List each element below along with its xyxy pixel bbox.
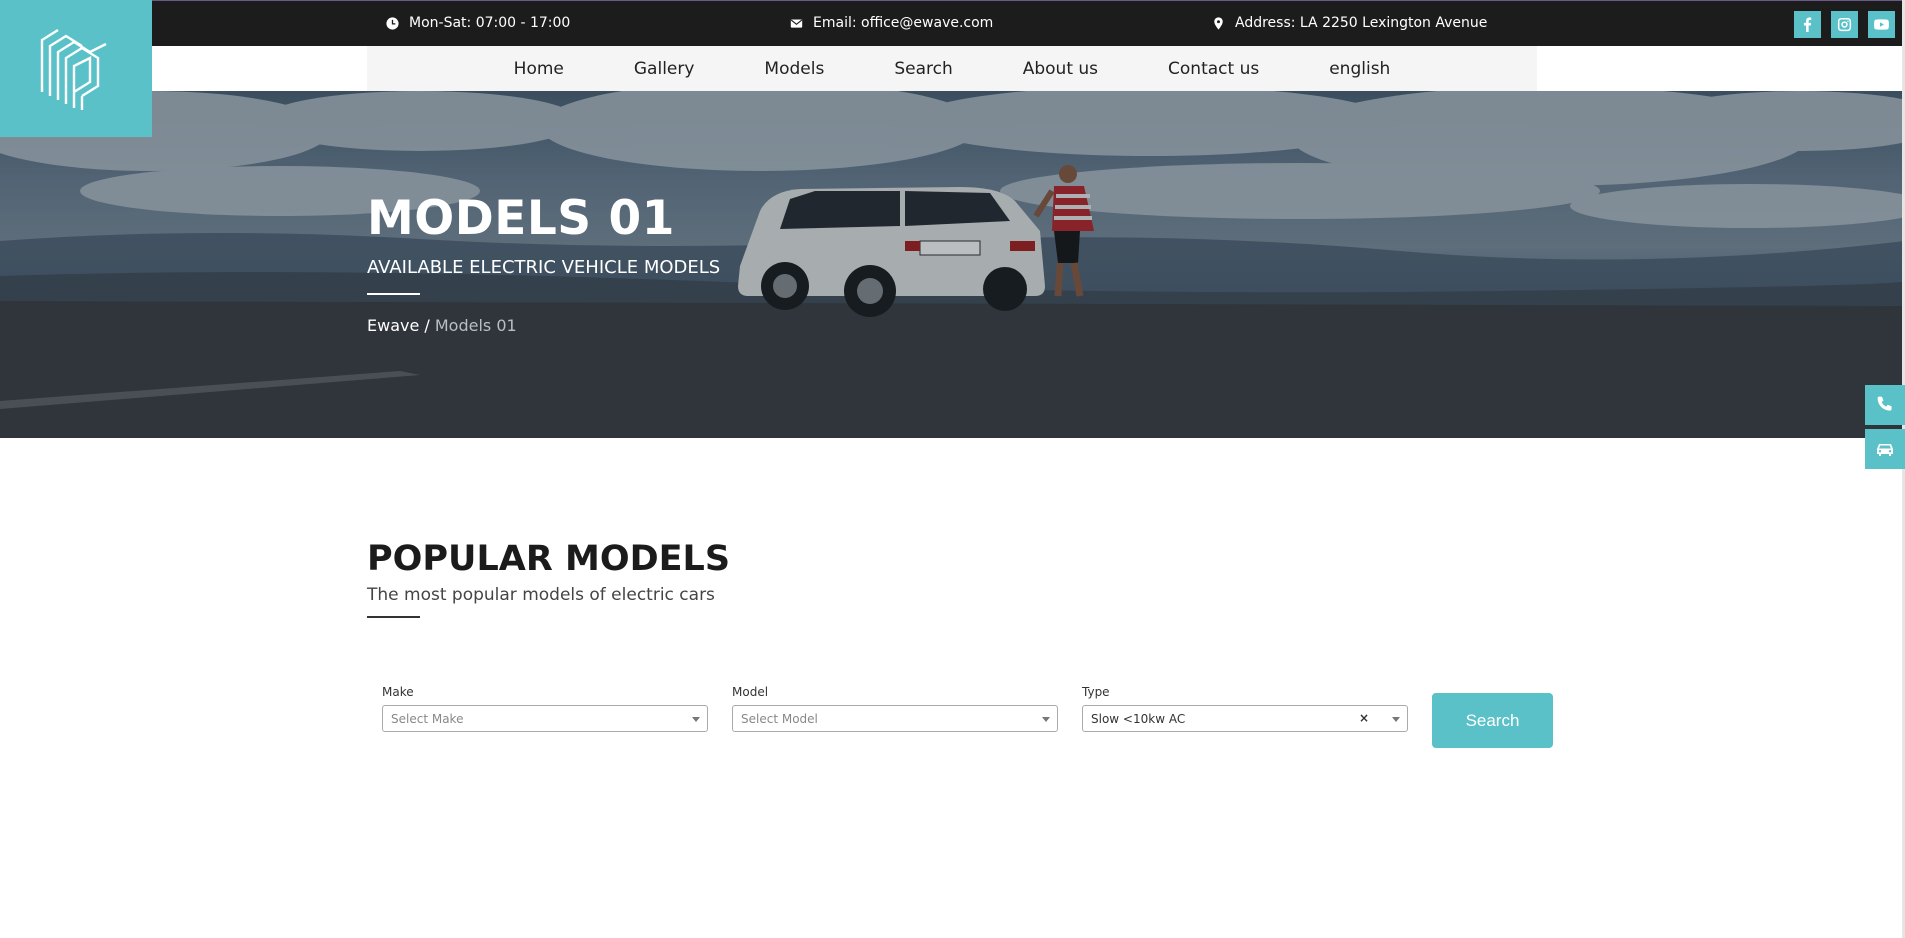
main-nav: Home Gallery Models Search About us Cont… [367, 46, 1537, 91]
nav-item-home[interactable]: Home [479, 59, 599, 79]
nav-item-about[interactable]: About us [988, 59, 1133, 79]
youtube-button[interactable] [1868, 11, 1895, 38]
clock-icon [386, 16, 399, 30]
type-label: Type [1082, 685, 1110, 699]
nav-item-search[interactable]: Search [859, 59, 987, 79]
type-select[interactable]: Slow <10kw AC × [1082, 705, 1408, 732]
nav-item-contact[interactable]: Contact us [1133, 59, 1294, 79]
map-pin-icon [1214, 16, 1223, 30]
title-divider [367, 293, 420, 295]
nav-item-language[interactable]: english [1294, 59, 1425, 79]
site-logo[interactable] [0, 0, 152, 137]
section-divider [367, 616, 420, 618]
model-field: Model Select Model [732, 685, 1058, 732]
make-field: Make Select Make [382, 685, 708, 732]
nav-item-gallery[interactable]: Gallery [599, 59, 730, 79]
call-float-button[interactable] [1865, 385, 1905, 425]
page: Mon-Sat: 07:00 - 17:00 Email: office@ewa… [0, 0, 1905, 938]
type-field: Type Slow <10kw AC × [1082, 685, 1408, 732]
clear-selection-icon[interactable]: × [1359, 711, 1369, 725]
model-select-placeholder: Select Model [741, 712, 818, 726]
section-title: POPULAR MODELS [367, 539, 731, 579]
facebook-button[interactable] [1794, 11, 1821, 38]
model-select[interactable]: Select Model [732, 705, 1058, 732]
envelope-icon [790, 18, 803, 28]
make-select[interactable]: Select Make [382, 705, 708, 732]
search-button[interactable]: Search [1432, 693, 1553, 748]
breadcrumb-home-link[interactable]: Ewave [367, 316, 419, 335]
nav-item-models[interactable]: Models [729, 59, 859, 79]
instagram-button[interactable] [1831, 11, 1858, 38]
hero-overlay [0, 91, 1905, 438]
phone-icon [1877, 396, 1892, 411]
breadcrumb-separator: / [419, 316, 435, 335]
email-text[interactable]: Email: office@ewave.com [813, 15, 993, 31]
logo-icon [40, 28, 107, 110]
page-title: MODELS 01 [367, 191, 675, 246]
make-select-placeholder: Select Make [391, 712, 464, 726]
model-label: Model [732, 685, 769, 699]
page-subtitle: AVAILABLE ELECTRIC VEHICLE MODELS [367, 257, 721, 278]
hours-text: Mon-Sat: 07:00 - 17:00 [409, 15, 571, 31]
car-icon [1877, 444, 1893, 456]
type-select-value: Slow <10kw AC [1091, 712, 1186, 726]
youtube-icon [1874, 19, 1889, 30]
top-bar: Mon-Sat: 07:00 - 17:00 Email: office@ewa… [0, 0, 1905, 46]
breadcrumb-current: Models 01 [434, 316, 517, 335]
email-info[interactable]: Email: office@ewave.com [790, 15, 993, 31]
chevron-down-icon [692, 717, 700, 722]
make-label: Make [382, 685, 414, 699]
address-text: Address: LA 2250 Lexington Avenue [1235, 15, 1488, 31]
section-subtitle: The most popular models of electric cars [367, 585, 715, 605]
hours-info: Mon-Sat: 07:00 - 17:00 [386, 15, 570, 31]
hero-banner: MODELS 01 AVAILABLE ELECTRIC VEHICLE MOD… [0, 91, 1905, 438]
chevron-down-icon [1392, 717, 1400, 722]
car-float-button[interactable] [1865, 429, 1905, 469]
facebook-icon [1803, 17, 1812, 32]
address-info: Address: LA 2250 Lexington Avenue [1212, 15, 1487, 31]
breadcrumb: Ewave / Models 01 [367, 316, 517, 335]
instagram-icon [1837, 17, 1852, 32]
chevron-down-icon [1042, 717, 1050, 722]
